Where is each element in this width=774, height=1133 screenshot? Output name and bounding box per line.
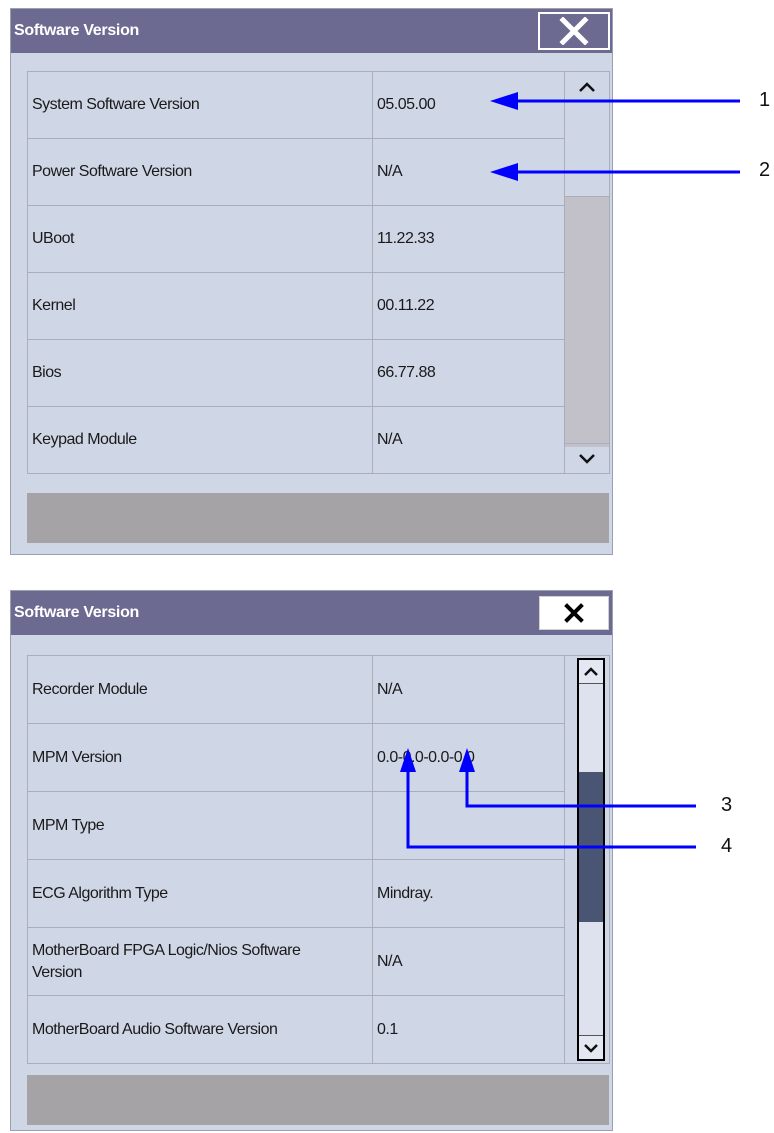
callout-label-4: 4 bbox=[721, 835, 733, 857]
row-label: Power Software Version bbox=[27, 138, 373, 206]
close-icon bbox=[559, 17, 589, 45]
version-table: Recorder Module N/A MPM Version 0.0-0.0-… bbox=[27, 655, 610, 1064]
scroll-down-button[interactable] bbox=[565, 443, 609, 473]
row-value bbox=[372, 791, 565, 860]
row-value: 00.11.22 bbox=[372, 272, 565, 340]
table-row: MotherBoard FPGA Logic/Nios Software Ver… bbox=[27, 927, 610, 996]
table-row: Recorder Module N/A bbox=[27, 655, 610, 1064]
table-row: MotherBoard Audio Software Version 0.1 bbox=[27, 995, 610, 1064]
table-row: MPM Type bbox=[27, 791, 610, 860]
row-label: Bios bbox=[27, 339, 373, 407]
row-value: 66.77.88 bbox=[372, 339, 565, 407]
table-row: Keypad Module N/A bbox=[27, 406, 610, 474]
dialog-title: Software Version bbox=[14, 604, 140, 621]
scroll-up-button[interactable] bbox=[579, 660, 603, 684]
footer-bar bbox=[27, 1075, 609, 1125]
callout-label-2: 2 bbox=[759, 159, 771, 181]
row-label: MotherBoard Audio Software Version bbox=[27, 995, 373, 1064]
callout-label-3: 3 bbox=[721, 794, 733, 816]
chevron-down-icon bbox=[579, 453, 595, 464]
table-row: ECG Algorithm Type Mindray. bbox=[27, 859, 610, 928]
row-label: System Software Version bbox=[27, 71, 373, 139]
row-value: N/A bbox=[372, 655, 565, 724]
footer-bar bbox=[27, 493, 609, 543]
software-version-dialog-2: Software Version Recorder Module N/A MPM… bbox=[10, 590, 613, 1131]
row-value: N/A bbox=[372, 138, 565, 206]
table-row: System Software Version 05.05.00 bbox=[27, 71, 610, 474]
software-version-dialog-1: Software Version System Software Version… bbox=[10, 8, 613, 555]
close-button[interactable] bbox=[538, 12, 610, 50]
row-value: 11.22.33 bbox=[372, 205, 565, 273]
table-row: MPM Version 0.0-0.0-0.0-0.0 bbox=[27, 723, 610, 792]
row-value: 0.0-0.0-0.0-0.0 bbox=[372, 723, 565, 792]
scroll-down-button[interactable] bbox=[579, 1035, 603, 1059]
scrollbar-cell bbox=[564, 655, 610, 1064]
row-label: UBoot bbox=[27, 205, 373, 273]
row-label: MPM Version bbox=[27, 723, 373, 792]
row-label: MPM Type bbox=[27, 791, 373, 860]
row-value: N/A bbox=[372, 406, 565, 474]
callout-label-1: 1 bbox=[759, 89, 771, 111]
row-label: ECG Algorithm Type bbox=[27, 859, 373, 928]
row-label: Recorder Module bbox=[27, 655, 373, 724]
scrollbar[interactable] bbox=[565, 72, 609, 473]
close-icon bbox=[564, 603, 584, 623]
close-button[interactable] bbox=[539, 596, 609, 630]
scroll-thumb[interactable] bbox=[565, 196, 609, 447]
chevron-down-icon bbox=[584, 1043, 598, 1053]
chevron-up-icon bbox=[579, 82, 595, 92]
row-label: Kernel bbox=[27, 272, 373, 340]
table-row: Kernel 00.11.22 bbox=[27, 272, 610, 340]
row-label: Keypad Module bbox=[27, 406, 373, 474]
scrollbar[interactable] bbox=[577, 658, 605, 1061]
row-label: MotherBoard FPGA Logic/Nios Software Ver… bbox=[27, 927, 373, 996]
row-value: 05.05.00 bbox=[372, 71, 565, 139]
scroll-thumb[interactable] bbox=[579, 772, 603, 922]
table-row: UBoot 11.22.33 bbox=[27, 205, 610, 273]
row-value: Mindray. bbox=[372, 859, 565, 928]
scroll-up-button[interactable] bbox=[565, 72, 609, 102]
dialog-title: Software Version bbox=[14, 22, 140, 39]
version-table: System Software Version 05.05.00 Power S… bbox=[27, 71, 610, 474]
title-bar: Software Version bbox=[11, 9, 612, 53]
row-value: 0.1 bbox=[372, 995, 565, 1064]
table-row: Bios 66.77.88 bbox=[27, 339, 610, 407]
row-value: N/A bbox=[372, 927, 565, 996]
scrollbar-cell bbox=[564, 71, 610, 474]
title-bar: Software Version bbox=[11, 591, 612, 635]
chevron-up-icon bbox=[584, 666, 598, 676]
table-row: Power Software Version N/A bbox=[27, 138, 610, 206]
